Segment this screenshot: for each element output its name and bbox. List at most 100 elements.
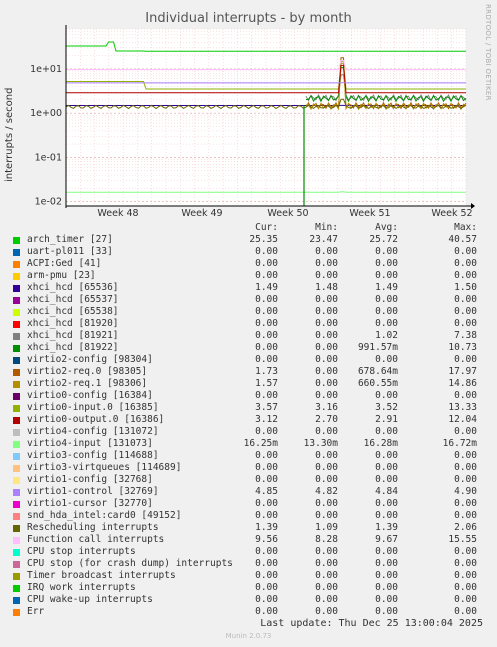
- legend-swatch: [13, 393, 20, 400]
- legend-value-max: 0.00: [454, 546, 477, 557]
- legend-value-avg: 0.00: [375, 294, 398, 305]
- legend-item: xhci_hcd [81921] 0.00 0.00 1.02 7.38: [13, 330, 493, 342]
- legend-value-cur: 0.00: [255, 582, 278, 593]
- legend-value-avg: 0.00: [375, 606, 398, 617]
- legend-value-max: 0.00: [454, 474, 477, 485]
- legend-item: ACPI:Ged [41] 0.00 0.00 0.00 0.00: [13, 258, 493, 270]
- legend-value-avg: 9.67: [375, 534, 398, 545]
- legend: Cur: Min: Avg: Max: arch_timer [27] 25.35…: [13, 222, 493, 618]
- legend-value-cur: 0.00: [255, 510, 278, 521]
- legend-label: virtio2-config [98304]: [27, 354, 153, 365]
- legend-value-cur: 0.00: [255, 450, 278, 461]
- legend-value-min: 0.00: [315, 258, 338, 269]
- legend-value-avg: 0.00: [375, 582, 398, 593]
- legend-header-max: Max:: [454, 222, 477, 233]
- legend-swatch: [13, 369, 20, 376]
- legend-value-min: 0.00: [315, 330, 338, 341]
- legend-header-avg: Avg:: [375, 222, 398, 233]
- legend-value-avg: 3.52: [375, 402, 398, 413]
- graph-frame: Individual interrupts - by month RRDTOOL…: [0, 0, 497, 647]
- legend-swatch: [13, 381, 20, 388]
- legend-swatch: [13, 597, 20, 604]
- legend-value-min: 2.70: [315, 414, 338, 425]
- legend-item: virtio1-cursor [32770] 0.00 0.00 0.00 0.00: [13, 498, 493, 510]
- legend-item: virtio3-config [114688] 0.00 0.00 0.00 0.00: [13, 450, 493, 462]
- legend-label: virtio2-req.1 [98306]: [27, 378, 148, 389]
- legend-item: Function call interrupts 9.56 8.28 9.67 15.5…: [13, 534, 493, 546]
- legend-value-avg: 0.00: [375, 318, 398, 329]
- legend-value-cur: 9.56: [255, 534, 278, 545]
- legend-value-cur: 0.00: [255, 570, 278, 581]
- legend-value-min: 0.00: [315, 510, 338, 521]
- legend-swatch: [13, 453, 20, 460]
- legend-value-avg: 1.49: [375, 282, 398, 293]
- legend-value-avg: 4.84: [375, 486, 398, 497]
- legend-item: virtio4-config [131072] 0.00 0.00 0.00 0.00: [13, 426, 493, 438]
- legend-value-avg: 678.64m: [357, 366, 398, 377]
- legend-value-min: 0.00: [315, 474, 338, 485]
- legend-item: virtio3-virtqueues [114689] 0.00 0.00 0.00 0…: [13, 462, 493, 474]
- legend-value-cur: 25.35: [249, 234, 278, 245]
- legend-label: virtio3-config [114688]: [27, 450, 159, 461]
- legend-value-min: 0.00: [315, 378, 338, 389]
- legend-label: virtio0-output.0 [16386]: [27, 414, 165, 425]
- legend-value-min: 0.00: [315, 354, 338, 365]
- last-update: Last update: Thu Dec 25 13:00:04 2025: [260, 618, 483, 629]
- legend-value-cur: 0.00: [255, 330, 278, 341]
- legend-swatch: [13, 465, 20, 472]
- legend-value-max: 0.00: [454, 390, 477, 401]
- legend-value-max: 0.00: [454, 570, 477, 581]
- legend-value-cur: 0.00: [255, 354, 278, 365]
- legend-value-max: 15.55: [448, 534, 477, 545]
- legend-swatch: [13, 261, 20, 268]
- legend-label: Err: [27, 606, 45, 617]
- legend-swatch: [13, 429, 20, 436]
- legend-item: virtio2-config [98304] 0.00 0.00 0.00 0.00: [13, 354, 493, 366]
- legend-item: virtio1-control [32769] 4.85 4.82 4.84 4.90: [13, 486, 493, 498]
- legend-item: Timer broadcast interrupts 0.00 0.00 0.00 0.…: [13, 570, 493, 582]
- legend-value-min: 1.48: [315, 282, 338, 293]
- legend-value-cur: 1.57: [255, 378, 278, 389]
- legend-label: xhci_hcd [65537]: [27, 294, 119, 305]
- legend-value-avg: 1.02: [375, 330, 398, 341]
- legend-value-min: 0.00: [315, 390, 338, 401]
- legend-value-avg: 0.00: [375, 510, 398, 521]
- legend-value-cur: 0.00: [255, 546, 278, 557]
- legend-label: CPU stop interrupts: [27, 546, 136, 557]
- legend-item: virtio0-input.0 [16385] 3.57 3.16 3.52 13.33: [13, 402, 493, 414]
- legend-item: Err 0.00 0.00 0.00 0.00: [13, 606, 493, 618]
- legend-swatch: [13, 573, 20, 580]
- legend-value-avg: 0.00: [375, 594, 398, 605]
- legend-swatch: [13, 561, 20, 568]
- legend-value-cur: 0.00: [255, 318, 278, 329]
- legend-value-max: 0.00: [454, 258, 477, 269]
- legend-value-max: 7.38: [454, 330, 477, 341]
- legend-label: xhci_hcd [81920]: [27, 318, 119, 329]
- legend-label: virtio0-input.0 [16385]: [27, 402, 159, 413]
- legend-label: virtio0-config [16384]: [27, 390, 153, 401]
- legend-value-cur: 3.12: [255, 414, 278, 425]
- legend-item: virtio0-output.0 [16386] 3.12 2.70 2.91 12.0…: [13, 414, 493, 426]
- legend-value-min: 0.00: [315, 306, 338, 317]
- legend-value-cur: 0.00: [255, 270, 278, 281]
- plot-area: 1e-02 1e-01 1e+00 1e+01 Week 48 Week 49 Week 5…: [30, 25, 475, 219]
- legend-value-max: 4.90: [454, 486, 477, 497]
- legend-swatch: [13, 285, 20, 292]
- legend-value-cur: 0.00: [255, 390, 278, 401]
- legend-value-avg: 0.00: [375, 390, 398, 401]
- legend-value-cur: 0.00: [255, 306, 278, 317]
- legend-value-avg: 0.00: [375, 462, 398, 473]
- legend-value-max: 0.00: [454, 354, 477, 365]
- legend-header: Cur: Min: Avg: Max:: [13, 222, 493, 234]
- legend-item: virtio4-input [131073] 16.25m 13.30m 16.28m…: [13, 438, 493, 450]
- legend-value-avg: 1.39: [375, 522, 398, 533]
- legend-swatch: [13, 273, 20, 280]
- legend-value-max: 0.00: [454, 318, 477, 329]
- legend-label: xhci_hcd [81921]: [27, 330, 119, 341]
- legend-value-min: 23.47: [309, 234, 338, 245]
- legend-value-avg: 0.00: [375, 546, 398, 557]
- legend-value-max: 12.04: [448, 414, 477, 425]
- legend-item: arch_timer [27] 25.35 23.47 25.72 40.57: [13, 234, 493, 246]
- legend-value-avg: 991.57m: [357, 342, 398, 353]
- legend-value-min: 0.00: [315, 606, 338, 617]
